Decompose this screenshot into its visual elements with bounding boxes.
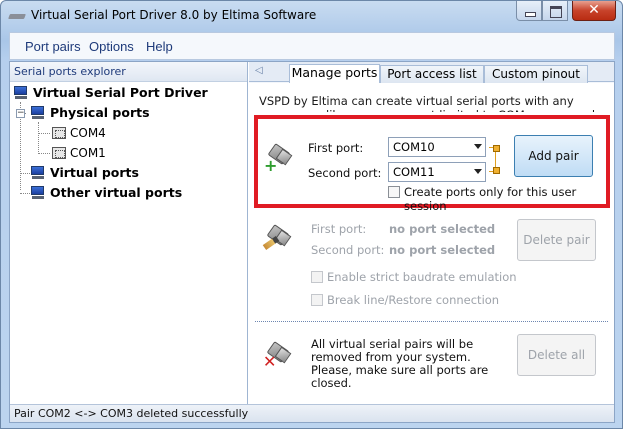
delete-second-port-value: no port selected — [389, 243, 496, 257]
menu-port-pairs[interactable]: Port pairs — [25, 39, 81, 54]
add-pair-button[interactable]: Add pair — [514, 135, 593, 177]
computer-icon — [30, 166, 46, 180]
section-divider — [255, 321, 608, 322]
delete-all-button[interactable]: Delete all — [517, 334, 596, 376]
menu-bar: Port pairs Options Help — [9, 32, 615, 60]
first-port-select[interactable]: COM10 — [388, 137, 486, 157]
delete-all-icon: ✕ — [263, 341, 293, 371]
second-port-label: Second port: — [308, 166, 382, 180]
computer-icon — [30, 186, 46, 200]
add-pair-icon: + — [264, 143, 294, 174]
delete-all-note: All virtual serial pairs will be removed… — [311, 338, 488, 390]
app-cable-icon — [8, 11, 26, 21]
pair-link-icon — [489, 145, 500, 174]
tab-strip: ◁ Manage ports Port access list Custom p… — [249, 62, 614, 83]
delete-first-port-value: no port selected — [389, 222, 496, 236]
app-window: Virtual Serial Port Driver 8.0 by Eltima… — [0, 0, 623, 429]
tree-item-label: Other virtual ports — [50, 185, 183, 200]
tree-item-label: COM1 — [70, 146, 106, 160]
serial-port-icon — [52, 147, 66, 159]
close-button[interactable]: ✕ — [572, 1, 616, 21]
delete-all-line: closed. — [311, 376, 352, 390]
tab-scroll-left-icon[interactable]: ◁ — [255, 65, 263, 76]
user-session-label: Create ports only for this user session — [404, 185, 577, 213]
chevron-down-icon — [474, 169, 482, 174]
first-port-label: First port: — [308, 141, 364, 155]
break-line-label: Break line/Restore connection — [327, 293, 500, 307]
tree-item-label: Virtual Serial Port Driver — [33, 85, 208, 100]
right-pane: ◁ Manage ports Port access list Custom p… — [249, 62, 614, 404]
tab-custom-pinout[interactable]: Custom pinout — [484, 65, 588, 83]
status-bar: Pair COM2 <-> COM3 deleted successfully — [10, 404, 614, 422]
delete-pair-button[interactable]: Delete pair — [517, 219, 596, 261]
delete-pair-icon — [262, 224, 293, 254]
tree-line — [38, 122, 39, 154]
delete-second-port-label: Second port: — [311, 243, 385, 257]
first-port-value: COM10 — [393, 140, 435, 154]
second-port-value: COM11 — [393, 165, 435, 179]
delete-first-port-label: First port: — [311, 222, 367, 236]
menu-help[interactable]: Help — [146, 39, 173, 54]
client-area: Serial ports explorer Virtual Serial Por… — [9, 61, 615, 423]
collapse-toggle[interactable]: − — [16, 109, 25, 118]
chevron-down-icon — [474, 144, 482, 149]
serial-port-icon — [52, 127, 66, 139]
manage-ports-panel: VSPD by Eltima can create virtual serial… — [249, 83, 614, 404]
ports-explorer: Serial ports explorer Virtual Serial Por… — [10, 62, 248, 404]
window-title: Virtual Serial Port Driver 8.0 by Eltima… — [31, 8, 317, 22]
strict-baudrate-label: Enable strict baudrate emulation — [327, 270, 517, 284]
title-bar[interactable]: Virtual Serial Port Driver 8.0 by Eltima… — [1, 1, 622, 31]
tree-item-label: Physical ports — [50, 105, 150, 120]
computer-icon — [13, 86, 29, 100]
computer-icon — [30, 106, 46, 120]
explorer-header: Serial ports explorer — [10, 62, 247, 82]
tree-line — [38, 153, 50, 154]
tab-manage-ports[interactable]: Manage ports — [289, 64, 380, 83]
maximize-button[interactable] — [542, 1, 568, 21]
break-line-checkbox[interactable] — [311, 294, 323, 306]
intro-text: VSPD by Eltima can create virtual serial… — [259, 94, 604, 112]
second-port-select[interactable]: COM11 — [388, 162, 486, 182]
strict-baudrate-checkbox[interactable] — [311, 271, 323, 283]
tree-item-label: Virtual ports — [50, 165, 139, 180]
user-session-checkbox[interactable] — [388, 186, 400, 198]
add-pair-section: + First port: Second port: COM10 COM11 A… — [254, 115, 610, 213]
tab-port-access-list[interactable]: Port access list — [380, 65, 484, 83]
tree-item-label: COM4 — [70, 126, 106, 140]
tree-line — [38, 133, 50, 134]
minimize-button[interactable] — [516, 1, 542, 21]
menu-options[interactable]: Options — [89, 39, 134, 54]
